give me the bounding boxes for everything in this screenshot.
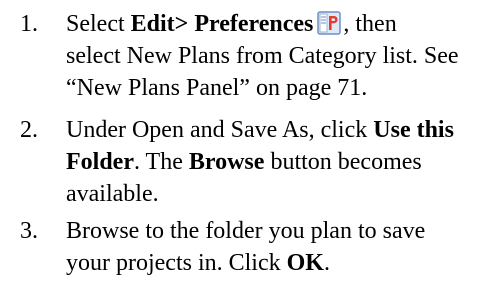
text: . [323,250,330,276]
option-label: Use this [373,117,454,143]
step-text: Under Open and Save As, click Use this F… [66,114,504,210]
step-line: Under Open and Save As, click Use this [66,114,504,146]
step-text: Select Edit> Preferences , then select N… [66,8,504,104]
step-number: 3. [20,218,38,244]
text: Under Open and Save As, click [66,117,374,143]
text: Select [66,11,131,37]
step-line: select New Plans from Category list. See [66,43,459,69]
button-label: OK [286,250,324,276]
step-line: Browse to the folder you plan to save [66,218,426,244]
step-line: Select Edit> Preferences , then [66,8,504,40]
step-line: your projects in. Click OK. [66,247,504,279]
option-label: Folder [66,149,134,175]
text: . The [133,149,189,175]
step-text: Browse to the folder you plan to save yo… [66,215,504,279]
text: button becomes [264,149,422,175]
text: your projects in. Click [66,250,287,276]
step-line: available. [66,181,159,207]
button-label: Browse [188,149,265,175]
menu-path: Edit> Preferences [130,11,314,37]
step-line: Folder. The Browse button becomes [66,146,504,178]
text: , then [343,11,397,37]
preferences-icon [317,11,342,35]
instruction-steps: 1. Select Edit> Preferences , then selec… [0,0,504,283]
step-number: 1. [20,11,38,37]
page-reference: “New Plans Panel” on page 71. [66,75,368,101]
step-number: 2. [20,117,38,143]
